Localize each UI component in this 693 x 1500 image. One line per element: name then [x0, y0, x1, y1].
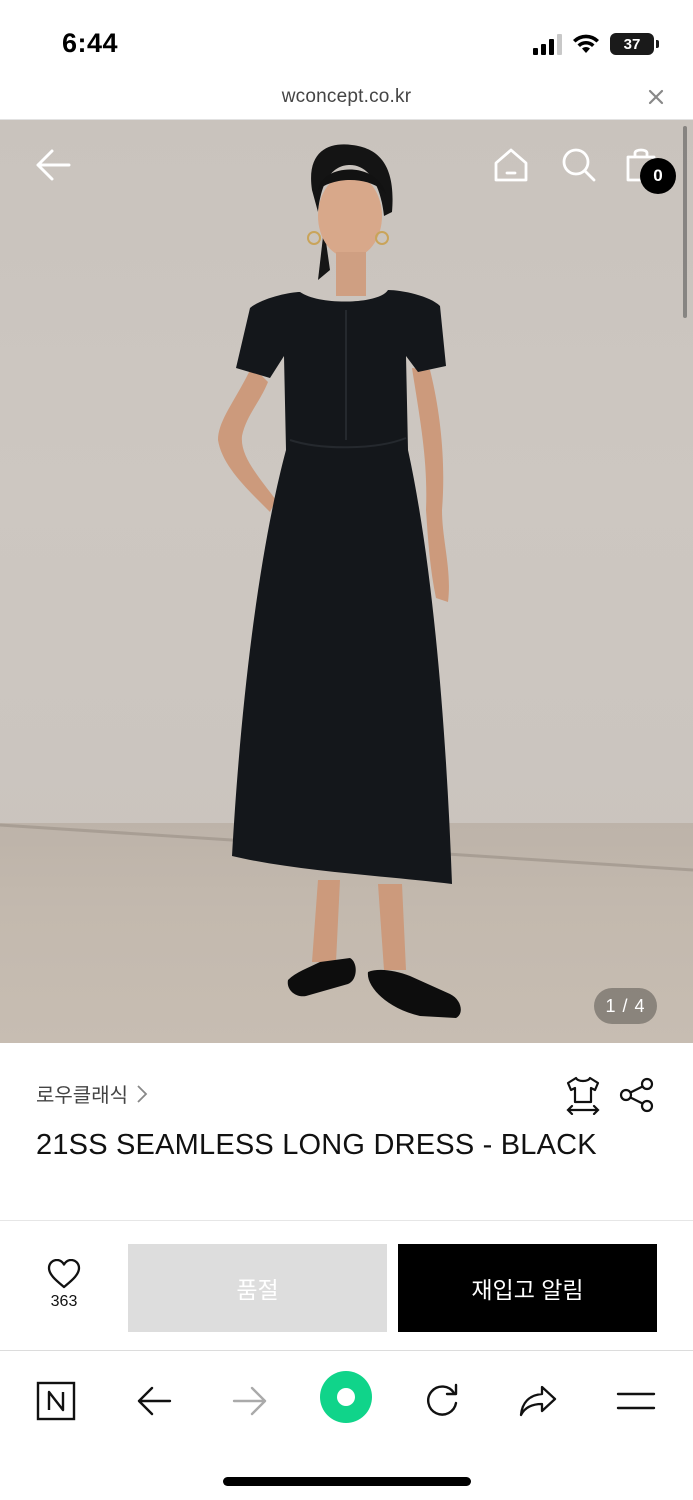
product-image[interactable]: 0 1 / 4 [0, 120, 693, 1043]
battery-level: 37 [623, 35, 641, 53]
like-count: 363 [50, 1293, 78, 1310]
search-icon [562, 148, 596, 182]
back-arrow-icon [36, 149, 71, 181]
status-time: 6:44 [62, 28, 119, 58]
back-button[interactable] [28, 142, 78, 188]
reload-icon [427, 1383, 458, 1416]
menu-button[interactable] [608, 1373, 664, 1429]
wifi-icon [573, 34, 599, 53]
status-indicators: 37 [532, 32, 659, 56]
url-bar[interactable]: wconcept.co.kr [0, 84, 693, 120]
browser-toolbar [0, 1351, 693, 1500]
search-button[interactable] [556, 142, 602, 188]
home-button[interactable] [488, 142, 534, 188]
like-button[interactable]: 363 [32, 1259, 96, 1319]
close-icon[interactable] [647, 88, 665, 106]
chevron-right-icon [137, 1084, 148, 1103]
green-dot-icon [320, 1371, 372, 1423]
battery-tip [656, 40, 659, 48]
soldout-button[interactable]: 품절 [128, 1244, 387, 1332]
restock-alert-button[interactable]: 재입고 알림 [398, 1244, 657, 1332]
status-bar: 6:44 37 [0, 0, 693, 84]
battery-icon: 37 [610, 33, 654, 55]
reload-button[interactable] [414, 1373, 470, 1429]
menu-icon [616, 1392, 656, 1410]
product-title: 21SS SEAMLESS LONG DRESS - BLACK [36, 1129, 597, 1161]
brand-name[interactable]: 로우클래식 [36, 1079, 128, 1108]
share-page-button[interactable] [510, 1373, 566, 1429]
purchase-action-bar: 363 품절 재입고 알림 [0, 1221, 693, 1351]
back-icon [137, 1386, 172, 1416]
brand-link[interactable]: 로우클래식 [36, 1079, 148, 1108]
forward-icon [232, 1386, 267, 1416]
share-icon[interactable] [618, 1077, 656, 1113]
product-info: 로우클래식 21SS SEAMLESS LONG DRESS - BLACK [0, 1043, 693, 1220]
naver-icon [36, 1381, 76, 1421]
naver-button[interactable] [28, 1373, 84, 1429]
model-illustration [0, 144, 693, 1018]
cart-count-badge[interactable]: 0 [640, 158, 676, 194]
size-guide-icon[interactable] [564, 1075, 602, 1115]
share-arrow-icon [519, 1385, 557, 1417]
browser-forward-button[interactable] [222, 1373, 278, 1429]
home-indicator[interactable] [223, 1477, 471, 1486]
scroll-indicator [683, 126, 687, 318]
home-icon [494, 148, 528, 182]
image-page-indicator: 1 / 4 [594, 988, 657, 1024]
heart-icon [47, 1259, 81, 1289]
signal-icon [533, 34, 562, 55]
browser-back-button[interactable] [126, 1373, 182, 1429]
url-text[interactable]: wconcept.co.kr [0, 86, 693, 108]
green-dot-button[interactable] [318, 1369, 374, 1425]
